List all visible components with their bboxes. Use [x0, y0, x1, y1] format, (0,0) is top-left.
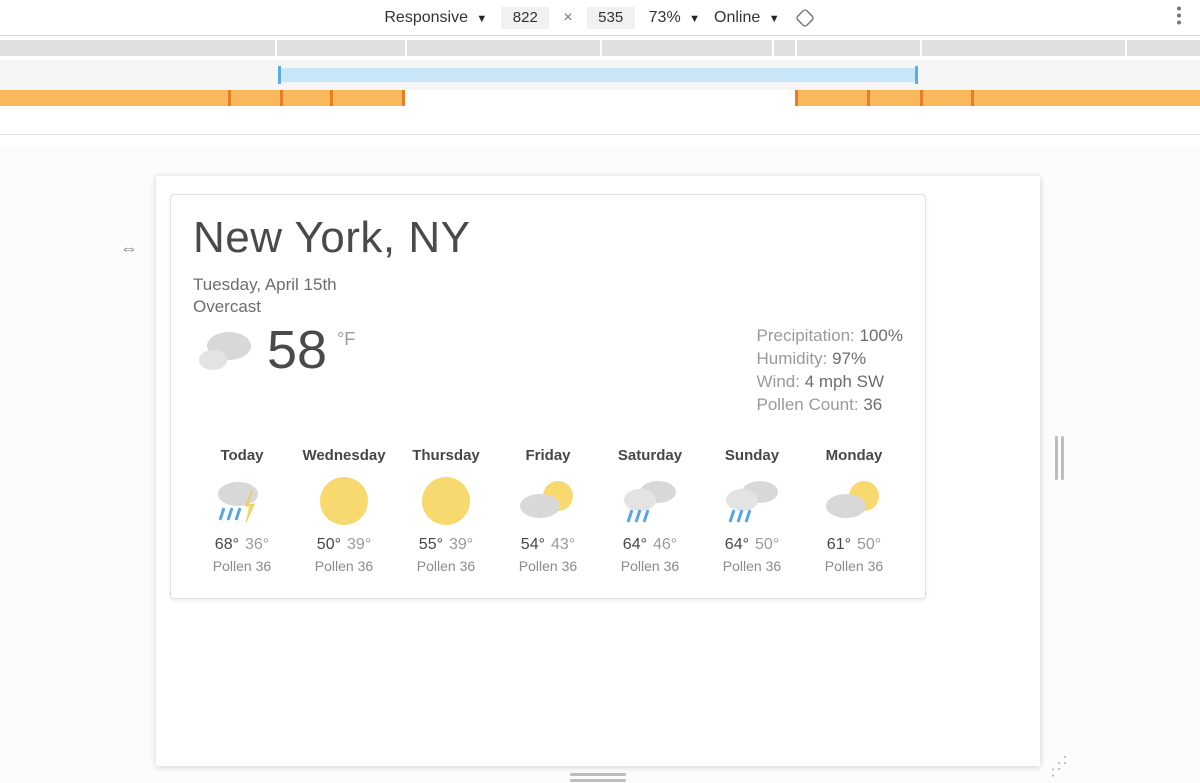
- forecast-day[interactable]: Today 68° 36° Pollen 36: [193, 447, 291, 574]
- pollen-value: 36: [863, 395, 882, 414]
- separator: [0, 134, 1200, 135]
- day-low: 36°: [245, 536, 269, 553]
- wind-value: 4 mph SW: [805, 372, 884, 391]
- day-name: Today: [193, 447, 291, 464]
- device-mode-dropdown[interactable]: Responsive ▼: [384, 9, 487, 27]
- day-high: 68°: [215, 536, 239, 553]
- viewport-resize-handle-bottom[interactable]: [570, 772, 626, 782]
- day-pollen: Pollen 36: [397, 558, 495, 574]
- forecast-day[interactable]: Wednesday 50° 39° Pollen 36: [295, 447, 393, 574]
- current-breakpoint-range: [278, 68, 918, 82]
- breakpoint-ruler: [0, 40, 1200, 106]
- temp-unit: °F: [337, 329, 355, 350]
- rotate-device-button[interactable]: [794, 7, 816, 29]
- day-high: 64°: [623, 536, 647, 553]
- day-icon: [397, 474, 495, 528]
- date-text: Tuesday, April 15th: [193, 275, 903, 295]
- device-viewport: New York, NY Tuesday, April 15th Overcas…: [156, 176, 1040, 766]
- device-stage: ⇔ New York, NY Tuesday, April 15th Overc…: [0, 146, 1200, 783]
- day-pollen: Pollen 36: [805, 558, 903, 574]
- weather-card: New York, NY Tuesday, April 15th Overcas…: [170, 194, 926, 599]
- weather-stats: Precipitation: 100% Humidity: 97% Wind: …: [757, 325, 904, 417]
- day-pollen: Pollen 36: [499, 558, 597, 574]
- day-pollen: Pollen 36: [703, 558, 801, 574]
- day-low: 43°: [551, 536, 575, 553]
- resize-horizontal-icon: ⇔: [120, 238, 138, 259]
- pollen-label: Pollen Count:: [757, 395, 859, 414]
- viewport-height-input[interactable]: [587, 7, 635, 29]
- dropdown-triangle-icon: ▼: [689, 13, 700, 25]
- kebab-icon: [1176, 5, 1182, 25]
- precip-label: Precipitation:: [757, 326, 855, 345]
- wind-label: Wind:: [757, 372, 800, 391]
- day-low: 50°: [755, 536, 779, 553]
- current-temp-value: 58: [267, 319, 327, 381]
- dropdown-triangle-icon: ▼: [769, 13, 780, 25]
- rotate-icon: [794, 7, 816, 29]
- day-low: 50°: [857, 536, 881, 553]
- forecast-row: Today 68° 36° Pollen 36 Wednesday 50° 39° …: [193, 447, 903, 574]
- day-high: 54°: [521, 536, 545, 553]
- day-icon: [601, 474, 699, 528]
- ruler-current-range: [0, 60, 1200, 90]
- forecast-day[interactable]: Monday 61° 50° Pollen 36: [805, 447, 903, 574]
- dimension-separator: ×: [563, 9, 572, 27]
- day-pollen: Pollen 36: [295, 558, 393, 574]
- day-name: Friday: [499, 447, 597, 464]
- day-name: Sunday: [703, 447, 801, 464]
- dropdown-triangle-icon: ▼: [476, 13, 487, 25]
- day-icon: [703, 474, 801, 528]
- device-mode-label: Responsive: [384, 9, 468, 26]
- precip-value: 100%: [860, 326, 903, 345]
- network-dropdown[interactable]: Online ▼: [714, 9, 780, 27]
- current-temp-block: 58 °F: [193, 319, 355, 381]
- zoom-dropdown[interactable]: 73% ▼: [649, 9, 700, 27]
- device-toolbar: Responsive ▼ × 73% ▼ Online ▼: [0, 0, 1200, 36]
- condition-text: Overcast: [193, 297, 903, 317]
- day-name: Wednesday: [295, 447, 393, 464]
- day-icon: [193, 474, 291, 528]
- day-high: 50°: [317, 536, 341, 553]
- more-options-button[interactable]: [1176, 5, 1182, 30]
- day-name: Monday: [805, 447, 903, 464]
- day-high: 55°: [419, 536, 443, 553]
- humidity-value: 97%: [832, 349, 866, 368]
- current-conditions-row: 58 °F Precipitation: 100% Humidity: 97% …: [193, 319, 903, 417]
- day-low: 39°: [347, 536, 371, 553]
- forecast-day[interactable]: Friday 54° 43° Pollen 36: [499, 447, 597, 574]
- day-low: 39°: [449, 536, 473, 553]
- day-icon: [295, 474, 393, 528]
- day-high: 61°: [827, 536, 851, 553]
- day-name: Saturday: [601, 447, 699, 464]
- ruler-media-queries[interactable]: [0, 90, 1200, 106]
- day-pollen: Pollen 36: [193, 558, 291, 574]
- day-icon: [499, 474, 597, 528]
- viewport-resize-handle-right[interactable]: [1050, 436, 1068, 480]
- day-high: 64°: [725, 536, 749, 553]
- location-heading: New York, NY: [193, 213, 903, 263]
- day-name: Thursday: [397, 447, 495, 464]
- viewport-resize-handle-corner[interactable]: ⋰⋰: [1050, 760, 1066, 772]
- humidity-label: Humidity:: [757, 349, 828, 368]
- zoom-label: 73%: [649, 9, 681, 26]
- forecast-day[interactable]: Sunday 64° 50° Pollen 36: [703, 447, 801, 574]
- day-pollen: Pollen 36: [601, 558, 699, 574]
- day-low: 46°: [653, 536, 677, 553]
- network-label: Online: [714, 9, 760, 26]
- day-icon: [805, 474, 903, 528]
- viewport-width-input[interactable]: [501, 7, 549, 29]
- overcast-cloud-icon: [193, 324, 257, 376]
- forecast-day[interactable]: Saturday 64° 46° Pollen 36: [601, 447, 699, 574]
- forecast-day[interactable]: Thursday 55° 39° Pollen 36: [397, 447, 495, 574]
- ruler-gray-top: [0, 40, 1200, 56]
